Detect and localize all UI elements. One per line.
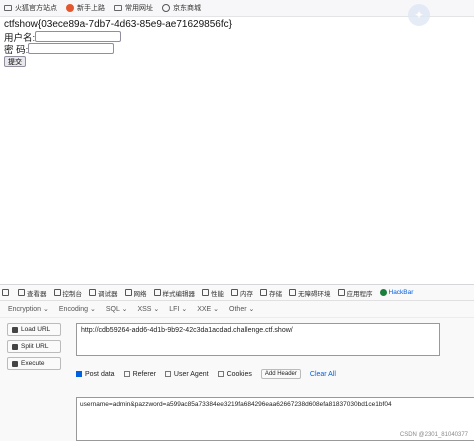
storage-icon xyxy=(260,289,267,296)
checkbox-checked-icon xyxy=(76,371,82,377)
menu-encoding[interactable]: Encoding ⌄ xyxy=(59,305,96,313)
tab-application[interactable]: 应用程序 xyxy=(337,288,373,298)
password-label: 密 码: xyxy=(4,44,29,56)
performance-icon xyxy=(202,289,209,296)
menu-sql[interactable]: SQL ⌄ xyxy=(106,305,128,313)
clear-all-button[interactable]: Clear All xyxy=(310,371,336,378)
submit-button[interactable]: 提交 xyxy=(4,56,26,67)
console-icon xyxy=(53,289,61,296)
add-header-button[interactable]: Add Header xyxy=(260,369,301,379)
menu-xxe[interactable]: XXE ⌄ xyxy=(197,305,219,313)
tab-inspector[interactable]: 查看器 xyxy=(18,288,47,298)
watermark: CSDN @2301_81040377 xyxy=(399,432,468,438)
split-icon xyxy=(12,343,18,350)
menu-xss[interactable]: XSS ⌄ xyxy=(137,305,159,313)
load-icon xyxy=(12,326,18,333)
translate-icon[interactable]: ✦ xyxy=(408,4,430,26)
tab-storage[interactable]: 存储 xyxy=(260,288,282,298)
tab-accessibility[interactable]: 无障碍环境 xyxy=(289,288,331,298)
tab-console[interactable]: 控制台 xyxy=(53,288,82,298)
menu-encryption[interactable]: Encryption ⌄ xyxy=(8,305,49,313)
bookmark-official[interactable]: 火狐官方站点 xyxy=(4,3,57,13)
inspector-icon xyxy=(18,289,25,296)
accessibility-icon xyxy=(289,289,296,296)
tab-hackbar[interactable]: HackBar xyxy=(379,289,413,296)
tab-style-editor[interactable]: 样式编辑器 xyxy=(153,288,195,298)
url-textarea[interactable]: http://cdb59264-add6-4d1b-9b92-42c3da1ac… xyxy=(76,323,440,356)
folder-icon xyxy=(114,5,122,11)
password-input[interactable] xyxy=(28,43,115,54)
request-options: Post data Referer User Agent Cookies Add… xyxy=(76,369,336,379)
pick-element-icon[interactable] xyxy=(2,289,11,296)
hackbar-actions: Load URL Split URL Execute xyxy=(7,323,61,374)
style-editor-icon xyxy=(153,289,161,296)
play-icon xyxy=(12,360,18,367)
bookmark-jd[interactable]: 京东商城 xyxy=(162,3,201,13)
tab-performance[interactable]: 性能 xyxy=(202,288,224,298)
hackbar-icon xyxy=(379,289,387,296)
tab-memory[interactable]: 内存 xyxy=(231,288,253,298)
devtools-tabs: 查看器 控制台 调试器 网络 样式编辑器 性能 内存 存储 无障碍环境 应用程序… xyxy=(0,285,474,301)
username-input[interactable] xyxy=(35,31,122,42)
firefox-icon xyxy=(66,4,74,12)
post-data-checkbox[interactable]: Post data xyxy=(76,371,115,378)
cookies-checkbox[interactable]: Cookies xyxy=(217,371,252,378)
login-page: ctfshow{03ece89a-7db7-4d63-85e9-ae716298… xyxy=(4,19,232,67)
checkbox-icon xyxy=(123,371,130,377)
menu-other[interactable]: Other ⌄ xyxy=(229,305,254,313)
referer-checkbox[interactable]: Referer xyxy=(123,371,156,378)
globe-icon xyxy=(162,4,170,12)
memory-icon xyxy=(231,289,238,296)
load-url-button[interactable]: Load URL xyxy=(7,323,61,336)
bookmark-common-sites[interactable]: 常用网址 xyxy=(114,3,153,13)
flag-text: ctfshow{03ece89a-7db7-4d63-85e9-ae716298… xyxy=(4,19,232,30)
network-icon xyxy=(124,289,132,296)
bookmarks-toolbar: 火狐官方站点 新手上路 常用网址 京东商城 xyxy=(0,0,474,17)
menu-lfi[interactable]: LFI ⌄ xyxy=(169,305,187,313)
tab-debugger[interactable]: 调试器 xyxy=(89,288,118,298)
debugger-icon xyxy=(89,289,96,296)
split-url-button[interactable]: Split URL xyxy=(7,340,61,353)
bookmark-getting-started[interactable]: 新手上路 xyxy=(66,3,105,13)
checkbox-icon xyxy=(217,371,224,377)
application-icon xyxy=(337,289,345,296)
user-agent-checkbox[interactable]: User Agent xyxy=(164,371,209,378)
checkbox-icon xyxy=(164,371,171,377)
hackbar-menu: Encryption ⌄ Encoding ⌄ SQL ⌄ XSS ⌄ LFI … xyxy=(0,301,474,318)
tab-network[interactable]: 网络 xyxy=(124,288,147,298)
devtools-panel: 查看器 控制台 调试器 网络 样式编辑器 性能 内存 存储 无障碍环境 应用程序… xyxy=(0,284,474,441)
folder-icon xyxy=(4,5,12,11)
execute-button[interactable]: Execute xyxy=(7,357,61,370)
